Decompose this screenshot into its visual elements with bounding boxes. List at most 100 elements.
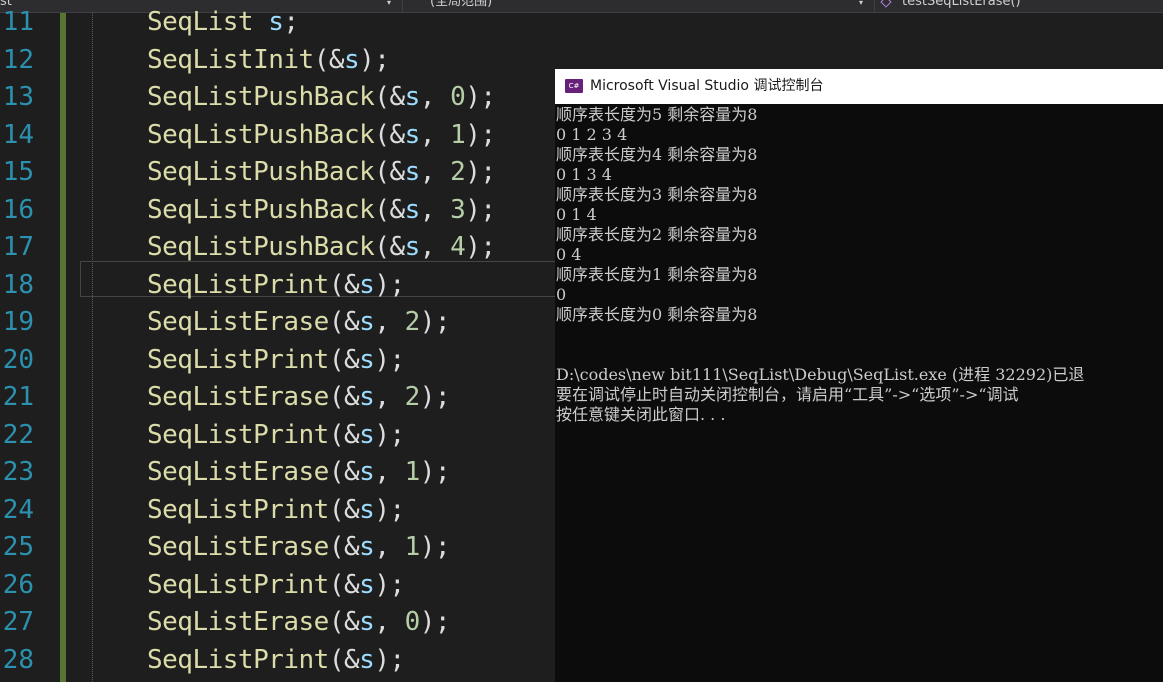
console-line: 顺序表长度为4 剩余容量为8 [556,145,758,164]
code-token: (& [328,419,360,450]
code-line[interactable]: SeqListPrint(&s); [147,492,405,530]
code-line[interactable]: SeqListPrint(&s); [147,267,405,305]
code-token: SeqListPushBack [147,157,375,187]
line-number: 28 [2,644,34,675]
change-tracking-bar [60,13,66,682]
indent-guide [92,13,93,682]
code-token: ); [419,382,451,412]
code-line[interactable]: SeqListInit(&s); [147,42,390,80]
code-token: ); [374,494,405,525]
code-token: (& [374,82,405,112]
code-token: (& [328,532,360,562]
code-line[interactable]: SeqListErase(&s, 1); [147,529,451,567]
code-token: , [374,382,405,412]
code-line[interactable]: SeqListErase(&s, 0); [147,604,451,642]
code-token: 2 [404,307,421,337]
code-line[interactable]: SeqListPushBack(&s, 2); [147,154,496,192]
line-number: 20 [2,344,34,375]
code-token: SeqListPushBack [147,232,375,262]
code-token: (& [328,382,360,412]
console-line: 0 4 [556,245,582,264]
code-token: (& [374,194,405,225]
code-token: , [419,82,451,112]
code-token: s [359,344,375,375]
code-token: s [268,7,284,37]
line-number: 15 [2,157,34,187]
code-token: s [359,419,375,450]
code-token: (& [328,494,360,525]
line-number: 27 [2,607,34,637]
code-line[interactable]: SeqListPrint(&s); [147,567,405,605]
console-title: Microsoft Visual Studio 调试控制台 [590,78,824,94]
code-token: SeqListPrint [147,344,329,375]
console-line: 0 1 2 3 4 [556,125,628,144]
code-token: ); [374,419,405,450]
code-token: ); [465,232,496,262]
code-token: s [359,494,375,525]
code-token: (& [374,119,405,150]
code-token: (& [328,607,360,637]
code-token: SeqListPrint [147,569,329,600]
code-token: s [404,232,421,262]
line-number: 26 [2,569,34,600]
code-token: (& [328,344,360,375]
code-line[interactable]: SeqListErase(&s, 1); [147,454,451,492]
code-token: (& [328,269,360,300]
code-line[interactable]: SeqListPrint(&s); [147,342,405,380]
console-line: 0 1 4 [556,205,597,224]
scope-dropdown-label: (全局范围) [430,0,493,9]
code-token: 1 [404,532,421,562]
code-line[interactable]: SeqListPrint(&s); [147,417,405,455]
code-line[interactable]: SeqListPushBack(&s, 3); [147,192,496,230]
code-token: SeqListErase [147,457,329,487]
code-line[interactable]: SeqListPushBack(&s, 0); [147,79,496,117]
line-number: 11 [2,7,34,37]
code-token: s [359,457,375,487]
line-number: 19 [2,307,34,337]
code-token: SeqListPrint [147,419,329,450]
code-token: s [344,44,360,75]
code-line[interactable]: SeqListPushBack(&s, 1); [147,117,496,155]
code-line[interactable]: SeqListErase(&s, 2); [147,379,451,417]
code-token: SeqListErase [147,307,329,337]
console-line: 要在调试停止时自动关闭控制台，请启用“工具”->“选项”->“调试 [556,385,1019,404]
code-token: s [359,569,375,600]
code-editor[interactable]: 11 12 13 14 15 16 17 18 19 20 21 22 23 24 25 26 27 28 Seq… [0,7,555,682]
code-token: , [419,157,451,187]
code-token: SeqListInit [147,44,314,75]
code-line[interactable]: SeqList s; [147,4,299,42]
console-line: 顺序表长度为0 剩余容量为8 [556,305,758,324]
code-token: SeqListPrint [147,494,329,525]
code-token: , [419,119,451,150]
debug-console-window[interactable]: C# Microsoft Visual Studio 调试控制台 顺序表长度为5… [555,69,1163,682]
console-line: 顺序表长度为1 剩余容量为8 [556,265,758,284]
code-token: ; [283,7,299,37]
code-token: SeqList [147,7,254,37]
console-line: D:\codes\new bit111\SeqList\Debug\SeqLis… [556,365,1085,384]
console-line: 顺序表长度为2 剩余容量为8 [556,225,758,244]
code-token: (& [374,157,405,187]
member-dropdown[interactable]: testSeqListErase() [876,0,1163,12]
line-number: 13 [2,82,34,112]
nav-divider [402,0,403,12]
code-token: ); [359,44,390,75]
line-number: 24 [2,494,34,525]
console-titlebar[interactable]: C# Microsoft Visual Studio 调试控制台 [555,69,1163,104]
code-token: SeqListErase [147,532,329,562]
code-line[interactable]: SeqListPrint(&s); [147,642,405,680]
code-token: SeqListPushBack [147,194,375,225]
code-token: ); [374,269,405,300]
console-line: 顺序表长度为3 剩余容量为8 [556,185,758,204]
code-line[interactable]: SeqListErase(&s, 2); [147,304,451,342]
visual-studio-icon: C# [565,79,583,93]
code-token: SeqListPushBack [147,119,375,150]
code-token: 0 [404,607,421,637]
code-line[interactable]: SeqListPushBack(&s, 4); [147,229,496,267]
code-token: 4 [450,232,466,262]
code-token: SeqListPrint [147,269,329,300]
scope-dropdown[interactable]: (全局范围) ▾ [404,0,874,12]
code-token: , [374,607,405,637]
line-number: 14 [2,119,34,150]
code-token: (& [313,44,345,75]
